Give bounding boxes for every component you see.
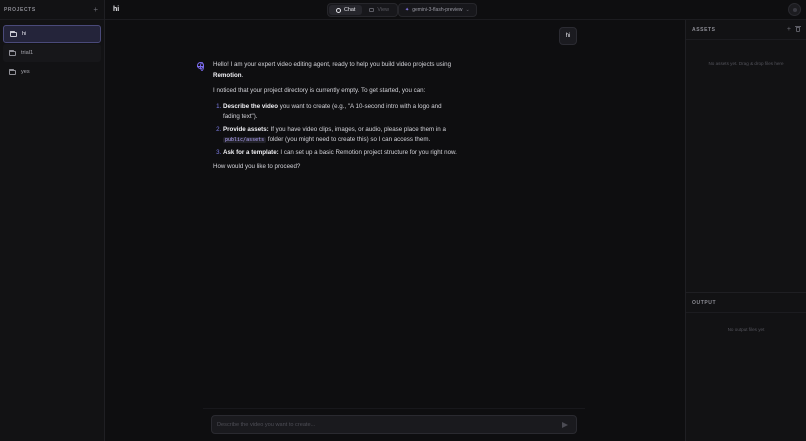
chat-icon — [336, 7, 341, 13]
project-label: hi — [22, 31, 27, 37]
output-empty-state: No output files yet — [727, 327, 765, 332]
trash-icon[interactable] — [795, 26, 801, 32]
project-item-hi[interactable]: hi — [3, 25, 101, 43]
plus-icon[interactable]: + — [787, 26, 791, 33]
list-item: Describe the video you want to create (e… — [223, 102, 458, 123]
item-text: If you have video clips, images, or audi… — [268, 125, 446, 133]
assets-header: ASSETS + — [686, 20, 806, 40]
assets-empty-state: No assets yet. Drag & drop files here — [708, 61, 784, 66]
right-panel: ASSETS + No assets yet. Drag & drop file… — [685, 20, 806, 441]
tab-label: View — [377, 7, 389, 13]
page-title: hi — [113, 6, 120, 13]
project-item-trial1[interactable]: trial1 — [3, 44, 101, 62]
assistant-message: Hello! I am your expert video editing ag… — [197, 60, 458, 178]
suggestion-list: Describe the video you want to create (e… — [213, 102, 458, 159]
item-bold: Describe the video — [223, 102, 279, 110]
model-label: gemini-3-flash-preview — [412, 7, 463, 13]
projects-header: PROJECTS + — [0, 0, 104, 20]
output-panel: OUTPUT No output files yet — [686, 292, 806, 441]
list-item: Ask for a template: I can set up a basic… — [223, 148, 458, 159]
intro-text: Hello! I am your expert video editing ag… — [213, 61, 452, 68]
user-icon — [792, 7, 797, 12]
project-label: trial1 — [21, 50, 34, 56]
item-bold: Ask for a template: — [223, 148, 279, 156]
projects-sidebar: PROJECTS + hi trial1 yes — [0, 0, 105, 441]
tab-view[interactable]: View — [362, 5, 396, 15]
item-bold: Provide assets: — [223, 125, 269, 133]
sparkle-icon: ✦ — [405, 7, 410, 13]
user-message: hi — [559, 27, 577, 45]
intro-bold: Remotion — [213, 71, 242, 79]
item-text: I can set up a basic Remotion project st… — [278, 148, 457, 156]
globe-icon — [197, 62, 204, 71]
folder-icon — [10, 30, 17, 37]
folder-icon — [9, 68, 16, 75]
folder-icon — [9, 49, 16, 56]
project-label: yes — [21, 69, 30, 75]
tab-label: Chat — [344, 7, 356, 13]
assistant-notice: I noticed that your project directory is… — [213, 87, 426, 94]
divider — [203, 408, 585, 409]
project-item-yes[interactable]: yes — [3, 63, 101, 81]
model-selector[interactable]: ✦ gemini-3-flash-preview ⌄ — [398, 3, 477, 17]
chat-input-bar — [211, 415, 577, 434]
output-title: OUTPUT — [692, 299, 717, 306]
code-snippet: public/assets — [223, 137, 267, 143]
project-list: hi trial1 yes — [0, 20, 104, 87]
assets-actions: + — [787, 26, 801, 33]
user-avatar[interactable] — [788, 3, 801, 16]
projects-title: PROJECTS — [4, 6, 36, 13]
item-text: folder (you might need to create this) s… — [266, 136, 431, 143]
assets-title: ASSETS — [692, 26, 716, 33]
view-icon — [369, 8, 375, 12]
tab-chat[interactable]: Chat — [329, 5, 363, 15]
chat-input[interactable] — [217, 421, 562, 428]
chat-area: hi Hello! I am your expert video editing… — [105, 20, 685, 441]
chevron-down-icon: ⌄ — [465, 7, 470, 13]
assistant-intro: Hello! I am your expert video editing ag… — [213, 60, 458, 81]
output-header: OUTPUT — [686, 293, 806, 313]
assistant-closing: How would you like to proceed? — [213, 163, 301, 170]
view-toggle: Chat View — [327, 3, 398, 17]
intro-end: . — [241, 71, 244, 79]
add-project-button[interactable]: + — [93, 5, 98, 14]
top-bar: hi Chat View ✦ gemini-3-flash-preview ⌄ — [105, 0, 806, 20]
list-item: Provide assets: If you have video clips,… — [223, 125, 458, 146]
send-icon[interactable] — [562, 421, 568, 428]
